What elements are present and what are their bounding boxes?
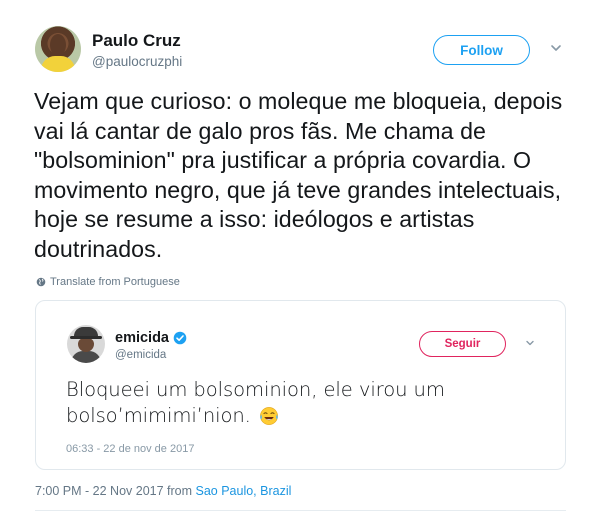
quoted-author-handle[interactable]: @emicida [115,349,166,361]
quoted-avatar-face [78,338,94,352]
tweet-location-link[interactable]: Sao Paulo, Brazil [196,484,292,498]
quoted-avatar-body [71,351,101,363]
quoted-text: Bloqueei um bolsominion, ele virou um bo… [66,377,536,429]
quoted-author-name: emicida [115,330,169,346]
author-name[interactable]: Paulo Cruz [92,31,181,51]
tweet-timestamp[interactable]: 7:00 PM - 22 Nov 2017 from [35,484,196,498]
translate-link[interactable]: Translate from Portuguese [36,276,180,288]
quoted-avatar-hat-brim [70,336,102,339]
avatar[interactable] [35,26,81,72]
seguir-button[interactable]: Seguir [419,331,506,357]
quoted-author[interactable]: emicida [115,330,187,346]
quoted-avatar[interactable] [67,325,105,363]
chevron-down-icon[interactable] [525,338,535,348]
quoted-text-body: Bloqueei um bolsominion, ele virou um bo… [66,378,445,427]
tweet-card: Paulo Cruz @paulocruzphi Follow Vejam qu… [0,0,600,515]
chevron-down-icon[interactable] [550,42,562,54]
quoted-timestamp[interactable]: 06:33 - 22 de nov de 2017 [66,443,194,455]
avatar-shirt [41,56,75,72]
divider [35,510,566,511]
translate-label: Translate from Portuguese [50,276,180,288]
tweet-footer: 7:00 PM - 22 Nov 2017 from Sao Paulo, Br… [35,484,291,498]
face-with-tears-of-joy-icon [260,407,278,425]
follow-button[interactable]: Follow [433,35,530,65]
verified-badge-icon [173,331,187,345]
globe-icon [36,277,46,287]
tweet-text: Vejam que curioso: o moleque me bloqueia… [34,88,563,262]
avatar-head [50,34,66,56]
author-handle[interactable]: @paulocruzphi [92,54,182,69]
quoted-tweet[interactable]: emicida @emicida Seguir Bloqueei um bols… [35,300,566,470]
